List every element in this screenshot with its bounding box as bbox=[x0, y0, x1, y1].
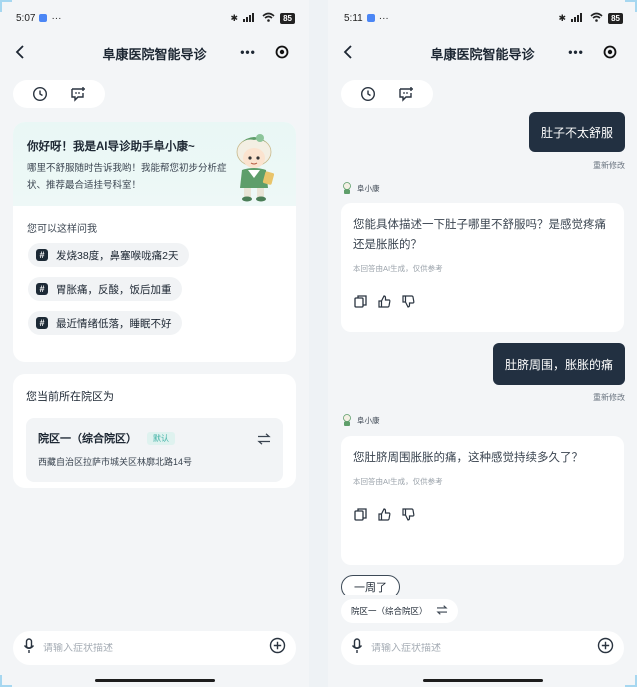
back-icon[interactable] bbox=[10, 42, 30, 62]
back-icon[interactable] bbox=[338, 42, 358, 62]
mini-program-capsule: ••• bbox=[559, 40, 627, 64]
frame-corner bbox=[625, 0, 637, 12]
bot-message: 您能具体描述一下肚子哪里不舒服吗？是感觉疼痛还是胀胀的？ 本回答由AI生成，仅供… bbox=[341, 203, 624, 332]
tool-pill bbox=[341, 80, 433, 108]
swap-icon[interactable] bbox=[257, 432, 271, 450]
more-icon[interactable]: ••• bbox=[559, 40, 593, 64]
ai-disclaimer: 本回答由AI生成，仅供参考 bbox=[353, 264, 443, 273]
bot-avatar bbox=[343, 414, 351, 426]
bot-name: 阜小康 bbox=[357, 183, 380, 193]
status-time: 5:07 bbox=[16, 12, 36, 24]
bot-message-text: 您肚脐周围胀胀的痛，这种感觉持续多久了？ bbox=[353, 452, 583, 464]
bot-avatar bbox=[343, 182, 351, 194]
thumb-down-icon[interactable] bbox=[401, 294, 415, 308]
frame-corner bbox=[625, 675, 637, 687]
hash-icon: # bbox=[36, 317, 48, 329]
bot-message: 您肚脐周围胀胀的痛，这种感觉持续多久了？ 本回答由AI生成，仅供参考 bbox=[341, 436, 624, 565]
nav-bar: 阜康医院智能导诊 ••• bbox=[328, 36, 637, 68]
swap-icon bbox=[435, 605, 448, 617]
mascot-illustration bbox=[236, 134, 275, 202]
welcome-card: 你好呀！我是AI导诊助手阜小康~ 哪里不舒服随时告诉我哟！我能帮您初步分析症状、… bbox=[13, 122, 296, 362]
more-icon[interactable]: ••• bbox=[231, 40, 265, 64]
symptom-input[interactable] bbox=[43, 642, 269, 654]
ask-label: 您可以这样问我 bbox=[27, 224, 97, 235]
bot-name: 阜小康 bbox=[357, 415, 380, 425]
thumb-down-icon[interactable] bbox=[401, 507, 415, 521]
status-bar: 5:11 ··· ✱ 85 bbox=[328, 0, 637, 36]
home-indicator bbox=[94, 679, 215, 682]
campus-label: 您当前所在院区为 bbox=[26, 391, 114, 403]
welcome-subtitle: 哪里不舒服随时告诉我哟！我能帮您初步分析症状、推荐最合适挂号科室！ bbox=[27, 163, 227, 191]
add-circle-icon[interactable] bbox=[597, 637, 614, 659]
mic-icon[interactable] bbox=[351, 637, 363, 659]
thumb-up-icon[interactable] bbox=[377, 507, 391, 521]
signal-icon bbox=[571, 12, 585, 24]
signal-icon bbox=[243, 12, 257, 24]
target-icon[interactable] bbox=[265, 40, 299, 64]
symptom-input[interactable] bbox=[371, 642, 597, 654]
campus-selector[interactable]: 院区一（综合院区） 默认 西藏自治区拉萨市城关区林廓北路14号 bbox=[26, 418, 283, 482]
copy-icon[interactable] bbox=[353, 507, 367, 521]
add-circle-icon[interactable] bbox=[269, 637, 286, 659]
quick-reply-chip[interactable]: 一周了 bbox=[341, 575, 400, 595]
frame-corner bbox=[0, 0, 12, 12]
suggestion-text: 最近情绪低落，睡眠不好 bbox=[56, 317, 172, 330]
app-badge-icon bbox=[39, 14, 48, 22]
frame-corner bbox=[0, 675, 12, 687]
ai-disclaimer: 本回答由AI生成，仅供参考 bbox=[353, 477, 443, 486]
chat-input-bar bbox=[341, 631, 624, 665]
thumb-up-icon[interactable] bbox=[377, 294, 391, 308]
wifi-icon bbox=[262, 12, 275, 24]
nav-bar: 阜康医院智能导诊 ••• bbox=[0, 36, 309, 68]
status-bar: 5:07 ··· ✱ 85 bbox=[0, 0, 309, 36]
user-message: 肚子不太舒服 bbox=[528, 112, 625, 152]
hash-icon: # bbox=[36, 249, 48, 261]
tool-pill bbox=[13, 80, 105, 108]
suggestion-chip[interactable]: # 发烧38度，鼻塞喉咙痛2天 bbox=[28, 243, 189, 267]
re-edit-link[interactable]: 重新修改 bbox=[593, 160, 625, 171]
default-badge: 默认 bbox=[147, 431, 175, 445]
copy-icon[interactable] bbox=[353, 294, 367, 308]
home-indicator bbox=[422, 679, 543, 682]
campus-pill-label: 院区一（综合院区） bbox=[351, 606, 428, 616]
battery-indicator: 85 bbox=[608, 12, 623, 24]
welcome-header: 你好呀！我是AI导诊助手阜小康~ 哪里不舒服随时告诉我哟！我能帮您初步分析症状、… bbox=[13, 122, 296, 206]
bluetooth-icon: ✱ bbox=[558, 12, 567, 23]
bot-header: 阜小康 bbox=[342, 182, 380, 194]
phone-screen-right: 5:11 ··· ✱ 85 阜康医院智能导诊 ••• 肚子不太舒服 重新修改 阜… bbox=[328, 0, 637, 687]
target-icon[interactable] bbox=[593, 40, 627, 64]
battery-indicator: 85 bbox=[280, 12, 295, 24]
campus-card: 您当前所在院区为 院区一（综合院区） 默认 西藏自治区拉萨市城关区林廓北路14号 bbox=[13, 374, 296, 488]
status-dots: ··· bbox=[378, 12, 389, 24]
history-icon[interactable] bbox=[357, 83, 379, 105]
campus-switch-pill[interactable]: 院区一（综合院区） bbox=[341, 599, 458, 623]
status-dots: ··· bbox=[51, 12, 62, 24]
suggestion-text: 胃胀痛，反酸，饭后加重 bbox=[56, 283, 172, 296]
campus-address: 西藏自治区拉萨市城关区林廓北路14号 bbox=[38, 457, 193, 467]
bot-header: 阜小康 bbox=[342, 414, 380, 426]
suggestion-chip[interactable]: # 胃胀痛，反酸，饭后加重 bbox=[28, 277, 182, 301]
new-chat-icon[interactable] bbox=[395, 83, 417, 105]
re-edit-link[interactable]: 重新修改 bbox=[593, 392, 625, 403]
app-badge-icon bbox=[366, 14, 375, 22]
chat-input-bar bbox=[13, 631, 296, 665]
phone-screen-left: 5:07 ··· ✱ 85 阜康医院智能导诊 ••• 你好呀！我是AI导诊助手阜… bbox=[0, 0, 309, 687]
mic-icon[interactable] bbox=[23, 637, 35, 659]
suggestion-text: 发烧38度，鼻塞喉咙痛2天 bbox=[56, 249, 179, 262]
wifi-icon bbox=[590, 12, 603, 24]
hash-icon: # bbox=[36, 283, 48, 295]
bot-message-text: 您能具体描述一下肚子哪里不舒服吗？是感觉疼痛还是胀胀的？ bbox=[353, 219, 606, 251]
status-time: 5:11 bbox=[344, 12, 363, 24]
mini-program-capsule: ••• bbox=[231, 40, 299, 64]
user-message: 肚脐周围，胀胀的痛 bbox=[492, 343, 625, 385]
history-icon[interactable] bbox=[29, 83, 51, 105]
bluetooth-icon: ✱ bbox=[230, 12, 239, 23]
new-chat-icon[interactable] bbox=[67, 83, 89, 105]
campus-name: 院区一（综合院区） bbox=[38, 433, 137, 445]
suggestion-chip[interactable]: # 最近情绪低落，睡眠不好 bbox=[28, 311, 182, 335]
